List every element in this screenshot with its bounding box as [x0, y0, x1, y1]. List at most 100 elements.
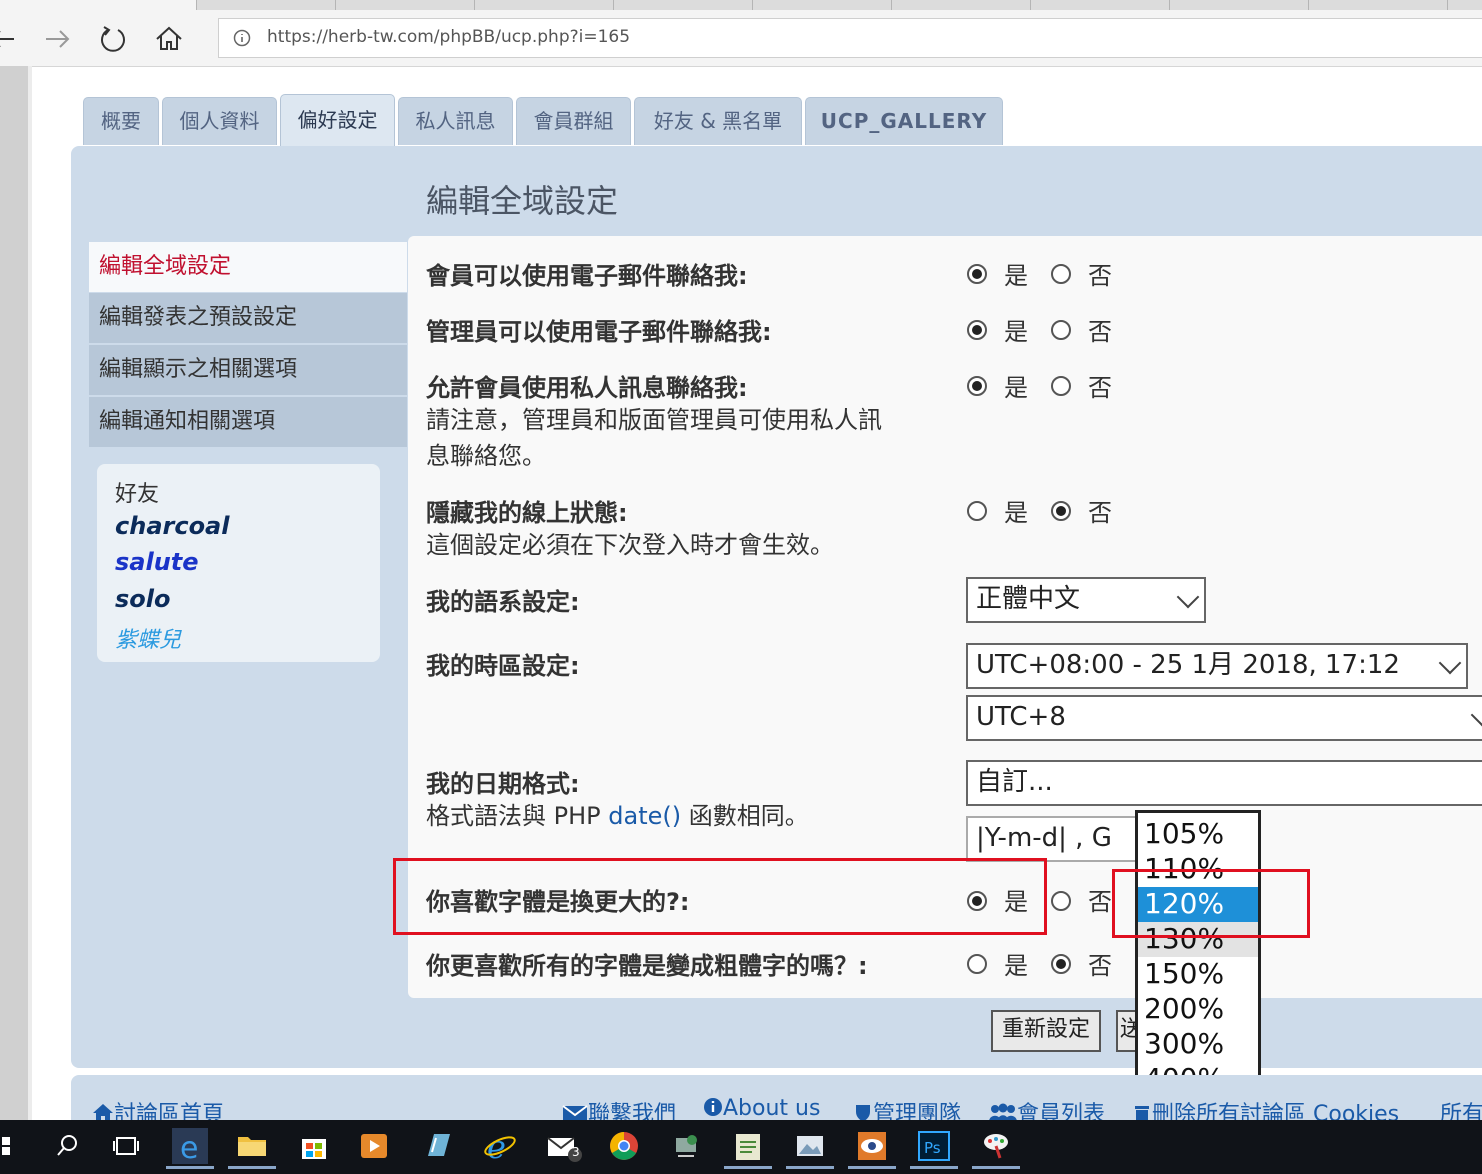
eye-app[interactable]	[854, 1128, 890, 1164]
sidebar-item-global-settings[interactable]: 編輯全域設定	[89, 242, 407, 292]
dropdown-option[interactable]: 105%	[1138, 817, 1258, 852]
radio-label: 是	[1004, 262, 1028, 290]
active-app-indicator	[910, 1166, 958, 1169]
php-date-link[interactable]: date()	[608, 802, 681, 830]
edge-app[interactable]: e	[172, 1128, 208, 1166]
allow-pm-note: 息聯絡您。	[426, 442, 546, 470]
media-player-app[interactable]	[356, 1128, 392, 1164]
hide-online-no-radio[interactable]	[1051, 501, 1071, 521]
tab-separator	[613, 0, 614, 10]
date-format-input[interactable]: |Y-m-d| , G	[966, 816, 1138, 862]
mail-app[interactable]: 3	[544, 1128, 582, 1164]
tab-separator	[1308, 0, 1309, 10]
browser-active-tab[interactable]	[0, 0, 196, 10]
paint-icon	[984, 1134, 1008, 1159]
tab-usergroups[interactable]: 會員群組	[516, 97, 631, 145]
tab-private-messages[interactable]: 私人訊息	[398, 97, 513, 145]
highlight-box	[1112, 869, 1310, 938]
chevron-down-icon	[1438, 651, 1462, 675]
active-app-indicator	[166, 1166, 214, 1169]
notes-icon	[736, 1134, 760, 1160]
notes-app[interactable]	[730, 1128, 766, 1164]
allow-pm-no-radio[interactable]	[1051, 376, 1071, 396]
photos-app[interactable]	[792, 1128, 828, 1164]
store-bag-icon	[302, 1139, 326, 1159]
friend-link[interactable]: salute	[115, 548, 199, 576]
allow-pm-note: 請注意，管理員和版面管理員可使用私人訊	[426, 406, 882, 434]
email-members-yes-radio[interactable]	[967, 264, 987, 284]
hide-online-label: 隱藏我的線上狀態:	[426, 499, 628, 527]
dropdown-option[interactable]: 200%	[1138, 992, 1258, 1027]
language-select[interactable]: 正體中文	[966, 577, 1206, 623]
sidebar-item-notification-options[interactable]: 編輯通知相關選項	[89, 397, 407, 447]
about-link[interactable]: About us	[703, 1096, 820, 1121]
info-icon[interactable]	[233, 29, 251, 47]
task-view-button[interactable]	[108, 1128, 144, 1164]
allow-pm-yes-radio[interactable]	[967, 376, 987, 396]
radio-label: 是	[1004, 374, 1028, 402]
chrome-app[interactable]	[606, 1128, 642, 1164]
tab-friends-foes[interactable]: 好友 & 黑名單	[634, 97, 802, 145]
timezone-date-select[interactable]: UTC+08:00 - 25 1月 2018, 17:12	[966, 643, 1468, 689]
email-admins-no-radio[interactable]	[1051, 320, 1071, 340]
svg-text:e: e	[180, 1131, 198, 1164]
radio-label: 是	[1004, 499, 1028, 527]
mail-badge: 3	[572, 1145, 580, 1159]
date-format-label: 我的日期格式:	[426, 770, 580, 798]
hide-online-yes-radio[interactable]	[967, 501, 987, 521]
tab-ucp-gallery[interactable]: UCP_GALLERY	[805, 97, 1003, 145]
dropdown-option[interactable]: 150%	[1138, 957, 1258, 992]
refresh-button[interactable]	[96, 22, 130, 56]
active-app-indicator	[848, 1166, 896, 1169]
address-bar[interactable]: https://herb-tw.com/phpBB/ucp.php?i=165	[218, 18, 1482, 58]
sidebar-item-posting-defaults[interactable]: 編輯發表之預設設定	[89, 293, 407, 343]
photo-viewer-icon	[797, 1136, 823, 1156]
email-members-label: 會員可以使用電子郵件聯絡我:	[426, 262, 748, 290]
bold-font-yes-radio[interactable]	[967, 954, 987, 974]
timezone-select[interactable]: UTC+8	[966, 695, 1482, 741]
tab-overview[interactable]: 概要	[83, 97, 159, 145]
radio-label: 否	[1088, 499, 1112, 527]
sidebar-item-display-options[interactable]: 編輯顯示之相關選項	[89, 345, 407, 395]
active-app-indicator	[228, 1166, 276, 1169]
font-size-dropdown-list[interactable]: 105% 110% 120% 130% 150% 200% 300% 400%	[1135, 810, 1261, 1100]
forward-button[interactable]	[42, 22, 76, 56]
tab-preferences[interactable]: 偏好設定	[280, 94, 395, 146]
tab-separator	[752, 0, 753, 10]
reset-button[interactable]: 重新設定	[991, 1010, 1101, 1052]
internet-explorer-app[interactable]: e	[482, 1128, 518, 1166]
friend-link[interactable]: solo	[115, 585, 171, 613]
allow-pm-label: 允許會員使用私人訊息聯絡我:	[426, 374, 748, 402]
friend-link[interactable]: charcoal	[115, 512, 229, 540]
date-format-select[interactable]: 自訂...	[966, 760, 1482, 806]
friends-heading: 好友	[115, 482, 160, 507]
date-note-prefix: 格式語法與 PHP	[426, 802, 609, 830]
file-explorer-app[interactable]	[234, 1128, 270, 1164]
bigger-font-no-radio[interactable]	[1051, 891, 1071, 911]
notepad-app[interactable]	[420, 1128, 456, 1164]
friends-box: 好友 charcoal salute solo 紫蝶兒	[97, 464, 380, 662]
notepad-icon	[428, 1134, 450, 1156]
search-button[interactable]	[50, 1128, 86, 1164]
email-admins-yes-radio[interactable]	[967, 320, 987, 340]
photoshop-app[interactable]: Ps	[916, 1128, 952, 1164]
back-button[interactable]	[0, 22, 20, 56]
store-app[interactable]	[296, 1128, 332, 1164]
back-arrow-icon	[0, 31, 14, 47]
media-player-icon	[361, 1134, 387, 1158]
tab-profile[interactable]: 個人資料	[162, 97, 277, 145]
radio-label: 否	[1088, 374, 1112, 402]
bold-font-no-radio[interactable]	[1051, 954, 1071, 974]
friend-link[interactable]: 紫蝶兒	[115, 622, 181, 654]
home-button[interactable]	[152, 22, 186, 56]
active-app-indicator	[724, 1166, 772, 1169]
network-app[interactable]	[668, 1128, 704, 1164]
tab-separator	[1169, 0, 1170, 10]
radio-label: 是	[1004, 952, 1028, 980]
paint-app[interactable]	[978, 1128, 1014, 1164]
chevron-down-icon	[1470, 703, 1482, 727]
start-button[interactable]	[0, 1128, 16, 1164]
dropdown-option[interactable]: 300%	[1138, 1027, 1258, 1062]
email-members-no-radio[interactable]	[1051, 264, 1071, 284]
svg-text:Ps: Ps	[924, 1139, 941, 1157]
